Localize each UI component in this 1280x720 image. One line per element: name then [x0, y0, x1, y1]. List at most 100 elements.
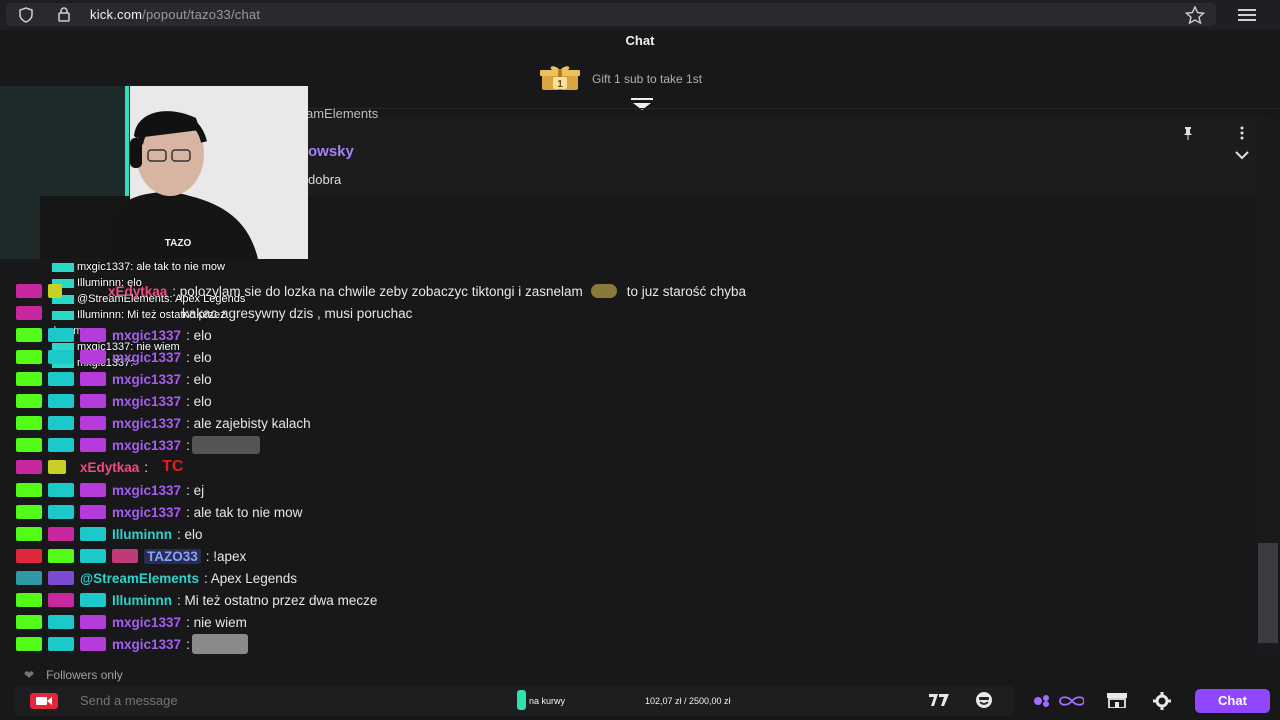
channel-sub-badge[interactable] — [112, 549, 138, 563]
first-badge[interactable] — [80, 328, 106, 342]
chat-message[interactable]: mxgic1337 : elo — [16, 325, 212, 345]
chat-message[interactable]: Illuminnn : Mi też ostatno przez dwa mec… — [16, 590, 377, 610]
founder-badge[interactable] — [48, 416, 74, 430]
og-badge[interactable] — [16, 350, 42, 364]
founder-badge[interactable] — [48, 438, 74, 452]
first-badge[interactable] — [80, 416, 106, 430]
pinned-username[interactable]: owsky — [308, 143, 354, 160]
subscriber-badge[interactable] — [48, 527, 74, 541]
chat-username[interactable]: mxgic1337 — [112, 416, 181, 431]
founder-badge[interactable] — [48, 505, 74, 519]
first-badge[interactable] — [80, 372, 106, 386]
settings-gear-icon[interactable] — [1153, 692, 1171, 710]
first-badge[interactable] — [80, 637, 106, 651]
chat-message[interactable]: mxgic1337 : ale zajebisty kalach — [16, 413, 311, 433]
clip-camera-icon[interactable] — [30, 693, 58, 709]
emoji-icon[interactable] — [975, 691, 993, 709]
first-badge[interactable] — [80, 483, 106, 497]
chat-message[interactable]: xEdytkaa : polozylam sie do lozka na chw… — [16, 281, 746, 301]
founder-badge[interactable] — [48, 615, 74, 629]
chat-username[interactable]: xEdytkaa — [108, 284, 167, 299]
collapse-arrow-icon[interactable] — [630, 98, 654, 112]
first-badge[interactable] — [80, 438, 106, 452]
og-badge[interactable] — [16, 416, 42, 430]
chat-username[interactable]: mxgic1337 — [112, 505, 181, 520]
og-badge[interactable] — [16, 637, 42, 651]
bookmark-star-icon[interactable] — [1185, 6, 1205, 24]
og-badge[interactable] — [16, 394, 42, 408]
lock-icon[interactable] — [56, 6, 72, 22]
verified-badge[interactable] — [48, 571, 74, 585]
first-badge[interactable] — [80, 350, 106, 364]
hamburger-menu-icon[interactable] — [1238, 8, 1256, 22]
chat-username[interactable]: mxgic1337 — [112, 615, 181, 630]
send-chat-button[interactable]: Chat — [1195, 689, 1270, 713]
chat-message[interactable]: mxgic1337 : — [16, 435, 260, 455]
chat-username[interactable]: Illuminnn — [112, 593, 172, 608]
chat-username[interactable]: mxgic1337 — [112, 483, 181, 498]
founder-badge[interactable] — [48, 328, 74, 342]
og-badge[interactable] — [16, 593, 42, 607]
founder-badge[interactable] — [80, 593, 106, 607]
channel-points-icon[interactable] — [1032, 694, 1084, 708]
vip-badge[interactable] — [48, 460, 66, 474]
chat-message[interactable]: xEdytkaa : TC — [16, 457, 183, 477]
subscriber-badge[interactable] — [16, 460, 42, 474]
og-badge[interactable] — [16, 527, 42, 541]
pin-icon[interactable] — [1181, 126, 1195, 140]
chat-message[interactable]: mxgic1337 : elo — [16, 369, 212, 389]
chat-message[interactable]: mxgic1337 : ale tak to nie mow — [16, 502, 302, 522]
chat-username[interactable]: mxgic1337 — [112, 350, 181, 365]
og-badge[interactable] — [16, 615, 42, 629]
subscriber-badge[interactable] — [16, 306, 42, 320]
gift-icon[interactable]: 1 — [538, 64, 582, 92]
bot-badge[interactable] — [16, 571, 42, 585]
og-badge[interactable] — [48, 549, 74, 563]
chat-username[interactable]: mxgic1337 — [112, 438, 181, 453]
founder-badge[interactable] — [48, 372, 74, 386]
og-badge[interactable] — [16, 372, 42, 386]
chat-message[interactable]: mxgic1337 : elo — [16, 391, 212, 411]
message-input[interactable] — [80, 693, 500, 708]
first-badge[interactable] — [80, 394, 106, 408]
chat-username[interactable]: TAZO33 — [144, 548, 201, 564]
og-badge[interactable] — [16, 328, 42, 342]
chat-message[interactable]: mxgic1337 : elo — [16, 347, 212, 367]
chat-username[interactable]: Illuminnn — [112, 527, 172, 542]
chat-message[interactable]: TAZO33 : !apex — [16, 546, 246, 566]
chat-message[interactable]: @StreamElements : Apex Legends — [16, 568, 297, 588]
chat-username[interactable]: mxgic1337 — [112, 372, 181, 387]
chat-username[interactable]: mxgic1337 — [112, 328, 181, 343]
chat-message[interactable]: Illuminnn : elo — [16, 524, 203, 544]
og-badge[interactable] — [16, 483, 42, 497]
vip-badge[interactable] — [48, 284, 62, 298]
og-badge[interactable] — [16, 438, 42, 452]
chat-message[interactable]: mxgic1337 : — [16, 634, 248, 654]
chevron-down-icon[interactable] — [1234, 150, 1250, 160]
shield-icon[interactable] — [18, 7, 34, 23]
chat-message[interactable]: mxgic1337 : nie wiem — [16, 612, 247, 632]
gift-sub-prompt[interactable]: Gift 1 sub to take 1st — [592, 72, 702, 86]
founder-badge[interactable] — [48, 637, 74, 651]
chat-username[interactable]: mxgic1337 — [112, 394, 181, 409]
chat-username[interactable]: mxgic1337 — [112, 637, 181, 652]
7tv-emote-icon[interactable] — [928, 692, 950, 708]
chat-username[interactable]: xEdytkaa — [80, 460, 139, 475]
subscriber-badge[interactable] — [48, 593, 74, 607]
founder-badge[interactable] — [48, 394, 74, 408]
subscriber-badge[interactable] — [16, 284, 42, 298]
chat-username[interactable]: @StreamElements — [80, 571, 199, 586]
founder-badge[interactable] — [80, 527, 106, 541]
first-badge[interactable] — [80, 615, 106, 629]
store-icon[interactable] — [1106, 692, 1128, 708]
url-text[interactable]: kick.com/popout/tazo33/chat — [90, 7, 260, 22]
chat-scrollbar-thumb[interactable] — [1258, 543, 1278, 643]
first-badge[interactable] — [80, 505, 106, 519]
founder-badge[interactable] — [48, 483, 74, 497]
og-badge[interactable] — [16, 505, 42, 519]
founder-badge[interactable] — [80, 549, 106, 563]
broadcaster-badge[interactable] — [16, 549, 42, 563]
founder-badge[interactable] — [48, 350, 74, 364]
more-options-icon[interactable] — [1236, 126, 1248, 140]
chat-message[interactable]: mxgic1337 : ej — [16, 480, 204, 500]
